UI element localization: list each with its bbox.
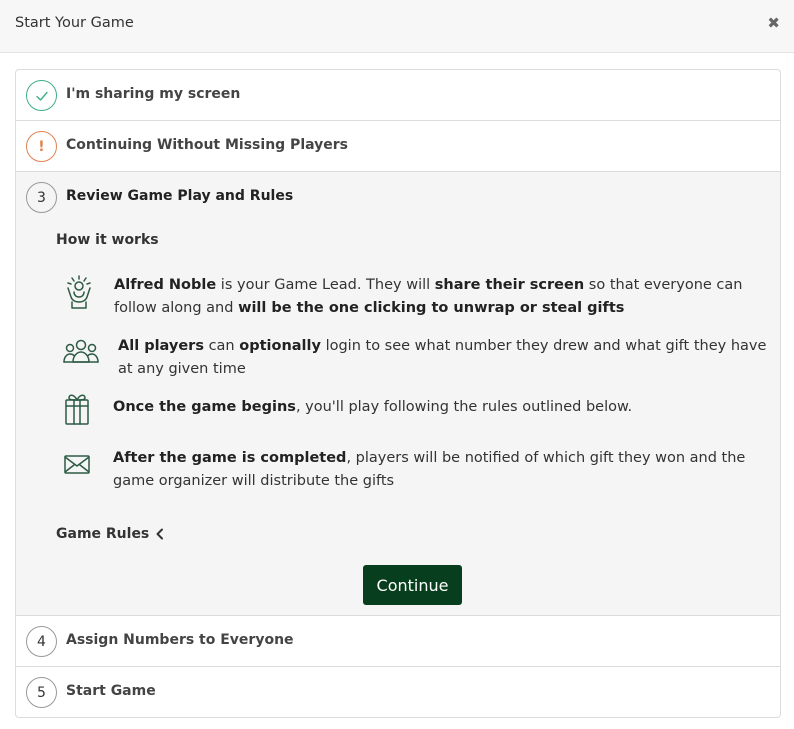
modal-title: Start Your Game [15, 15, 134, 31]
step-number: 5 [26, 677, 57, 708]
step-number: 3 [26, 182, 57, 213]
info-item-game-completed: After the game is completed, players wil… [62, 447, 772, 493]
text: can [203, 338, 240, 354]
text-bold: will be the one clicking to unwrap or st… [238, 300, 625, 316]
game-lead-icon [62, 274, 96, 310]
game-rules-toggle[interactable]: Game Rules [56, 526, 165, 542]
step-label: I'm sharing my screen [66, 86, 241, 102]
text: is your Game Lead. They will [216, 277, 435, 293]
text-bold: Once the game begins [113, 399, 296, 415]
continue-button[interactable]: Continue [363, 565, 462, 605]
envelope-icon [62, 453, 96, 489]
step-warning-icon: ! [26, 131, 57, 162]
info-text-players: All players can optionally login to see … [118, 335, 768, 381]
players-group-icon [62, 337, 99, 373]
text-bold: All players [118, 338, 204, 354]
steps-accordion: I'm sharing my screen ! Continuing Witho… [15, 69, 781, 718]
step-review-rules-panel: 3 Review Game Play and Rules How it work… [16, 172, 780, 616]
chevron-left-icon [156, 528, 164, 540]
step-number: 4 [26, 626, 57, 657]
info-item-game-begins: Once the game begins, you'll play follow… [62, 394, 772, 432]
step-label: Assign Numbers to Everyone [66, 632, 294, 648]
how-it-works-heading: How it works [56, 232, 159, 248]
text-bold: Alfred Noble [114, 277, 217, 293]
step-label: Review Game Play and Rules [66, 188, 294, 204]
step-sharing-screen[interactable]: I'm sharing my screen [16, 70, 780, 121]
info-text-game-begins: Once the game begins, you'll play follow… [113, 396, 763, 419]
gift-icon [62, 390, 96, 426]
info-text-game-lead: Alfred Noble is your Game Lead. They wil… [114, 274, 764, 320]
text-bold: optionally [239, 338, 321, 354]
modal-header: Start Your Game ✖ [0, 0, 794, 53]
step-complete-check-icon [26, 80, 57, 111]
step-review-rules[interactable]: 3 Review Game Play and Rules [16, 172, 780, 223]
info-item-players: All players can optionally login to see … [62, 335, 772, 381]
step-label: Continuing Without Missing Players [66, 137, 348, 153]
step-missing-players[interactable]: ! Continuing Without Missing Players [16, 121, 780, 172]
close-icon[interactable]: ✖ [767, 14, 780, 32]
step-label: Start Game [66, 683, 156, 699]
info-item-game-lead: Alfred Noble is your Game Lead. They wil… [62, 274, 772, 320]
game-rules-label: Game Rules [56, 526, 150, 542]
info-text-game-completed: After the game is completed, players wil… [113, 447, 763, 493]
text-bold: After the game is completed [113, 450, 347, 466]
step-start-game[interactable]: 5 Start Game [16, 667, 780, 717]
text: , you'll play following the rules outlin… [295, 399, 633, 415]
text-bold: share their screen [434, 277, 585, 293]
step-assign-numbers[interactable]: 4 Assign Numbers to Everyone [16, 616, 780, 667]
